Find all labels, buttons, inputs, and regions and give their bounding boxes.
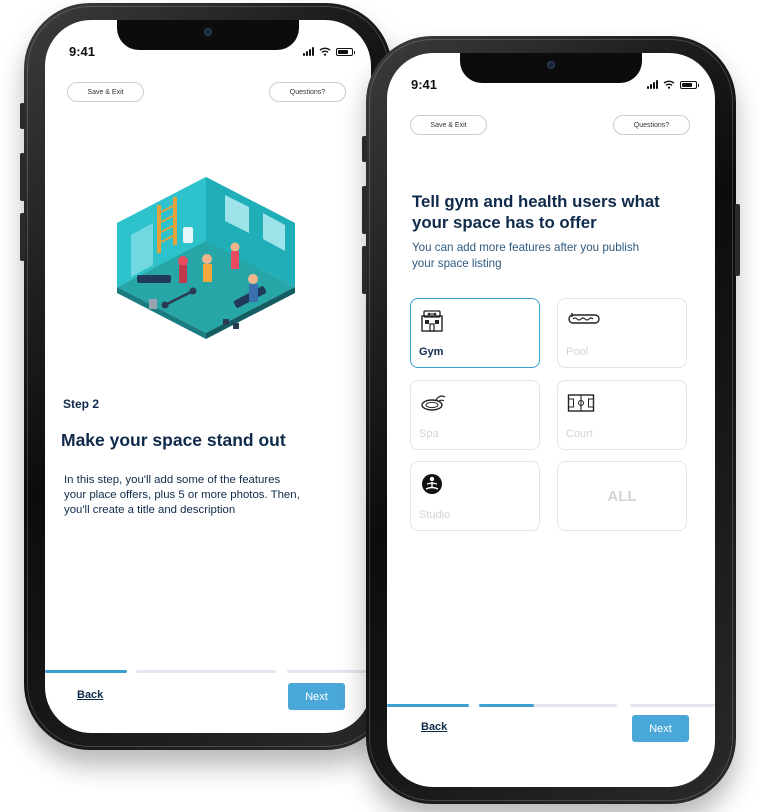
progress-segment-complete	[387, 704, 469, 707]
page-title: Make your space stand out	[61, 430, 286, 450]
wifi-icon	[319, 47, 331, 56]
back-button[interactable]: Back	[421, 721, 447, 733]
save-exit-button[interactable]: Save & Exit	[410, 115, 487, 135]
description-line: In this step, you'll add some of the fea…	[64, 474, 281, 486]
description-line: your place offers, plus 5 or more photos…	[64, 489, 300, 501]
notch	[117, 20, 299, 50]
power-button	[735, 204, 740, 276]
volume-up-button	[362, 186, 367, 234]
progress-segment-complete	[45, 670, 127, 673]
title-line: your space has to offer	[412, 213, 597, 232]
phone-left: 9:41 Save & Exit Questions? Step 2 Make …	[20, 3, 396, 750]
feature-card-pool[interactable]: Pool	[557, 298, 687, 368]
right-screen: 9:41 Save & Exit Questions? Tell gym and…	[387, 53, 715, 787]
next-button[interactable]: Next	[632, 715, 689, 742]
status-icons	[647, 80, 699, 89]
feature-label: Studio	[419, 509, 451, 521]
page-title: Tell gym and health users what your spac…	[412, 191, 660, 233]
battery-icon	[336, 47, 355, 56]
back-button[interactable]: Back	[77, 689, 103, 701]
feature-card-gym[interactable]: Gym	[410, 298, 540, 368]
status-time: 9:41	[69, 44, 96, 59]
volume-down-button	[20, 213, 25, 261]
gym-illustration	[117, 177, 295, 339]
feature-label: Spa	[419, 428, 439, 440]
description-line: you'll create a title and description	[64, 504, 236, 516]
feature-card-court[interactable]: Court	[557, 380, 687, 450]
status-time: 9:41	[411, 77, 438, 92]
volume-up-button	[20, 153, 25, 201]
signal-icon	[647, 80, 658, 89]
spa-icon	[421, 395, 446, 411]
feature-card-all[interactable]: ALL	[557, 461, 687, 531]
feature-label: Gym	[419, 346, 444, 358]
progress-segment-fill	[479, 704, 535, 707]
subtitle: You can add more features after you publ…	[412, 240, 639, 272]
pool-icon	[568, 313, 600, 324]
gym-building-icon	[421, 310, 443, 332]
description: In this step, you'll add some of the fea…	[64, 473, 300, 518]
front-camera	[547, 61, 555, 69]
signal-icon	[303, 47, 314, 56]
yoga-studio-icon	[422, 474, 442, 494]
title-line: Tell gym and health users what	[412, 192, 660, 211]
feature-label: Court	[566, 428, 593, 440]
volume-down-button	[362, 246, 367, 294]
save-exit-button[interactable]: Save & Exit	[67, 82, 144, 102]
notch	[460, 53, 642, 83]
feature-label: Pool	[566, 346, 589, 358]
questions-button[interactable]: Questions?	[269, 82, 346, 102]
left-screen: 9:41 Save & Exit Questions? Step 2 Make …	[45, 20, 371, 733]
status-icons	[303, 47, 355, 56]
progress-segment	[136, 670, 276, 673]
feature-card-studio[interactable]: Studio	[410, 461, 540, 531]
subtitle-line: your space listing	[412, 257, 502, 270]
step-label: Step 2	[63, 397, 100, 411]
mute-switch	[20, 103, 25, 129]
progress-segment	[630, 704, 715, 707]
court-icon	[567, 394, 595, 412]
mute-switch	[362, 136, 367, 162]
progress-segment	[479, 704, 617, 707]
front-camera	[204, 28, 212, 36]
all-label: ALL	[607, 487, 637, 505]
next-button[interactable]: Next	[288, 683, 345, 710]
progress-segment	[287, 670, 371, 673]
subtitle-line: You can add more features after you publ…	[412, 241, 640, 254]
battery-icon	[680, 80, 699, 89]
phone-right: 9:41 Save & Exit Questions? Tell gym and…	[362, 36, 740, 804]
feature-card-spa[interactable]: Spa	[410, 380, 540, 450]
questions-button[interactable]: Questions?	[613, 115, 690, 135]
wifi-icon	[663, 80, 675, 89]
